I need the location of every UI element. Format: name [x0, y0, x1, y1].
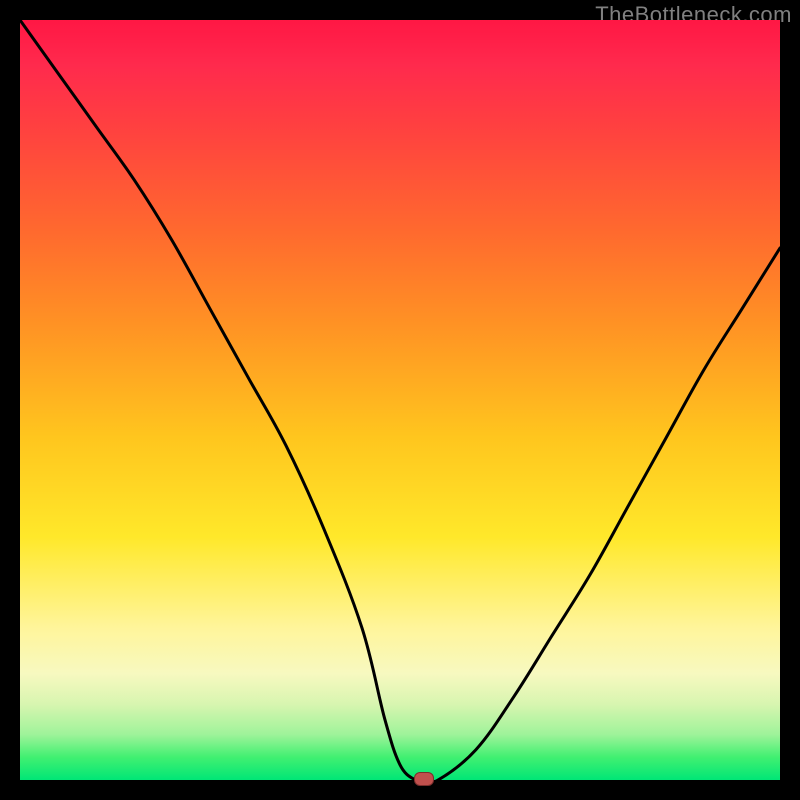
minimum-marker	[414, 772, 434, 786]
chart-frame: TheBottleneck.com	[0, 0, 800, 800]
plot-area	[20, 20, 780, 780]
bottleneck-curve	[20, 20, 780, 780]
